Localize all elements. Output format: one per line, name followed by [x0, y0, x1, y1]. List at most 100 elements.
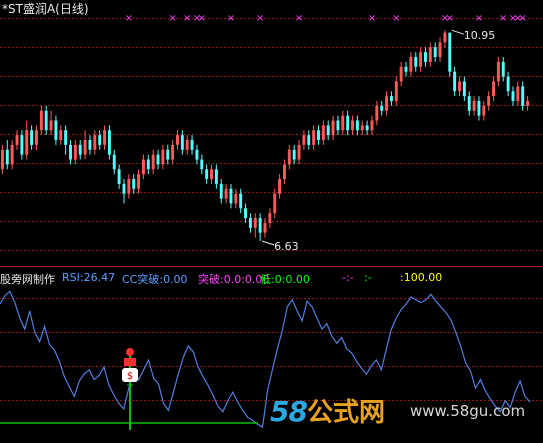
candle-body	[200, 159, 204, 170]
watermark-text: 公式网	[306, 398, 385, 428]
candle-body	[180, 135, 184, 150]
candle-body	[219, 183, 223, 199]
dash-marker-2: :-	[364, 271, 372, 284]
candle-body	[278, 179, 282, 194]
candle-body	[258, 218, 262, 233]
candle-body	[321, 125, 325, 140]
signal-marker: ×	[125, 13, 133, 24]
candle-body	[132, 179, 136, 189]
candle-body	[244, 208, 248, 219]
signal-marker: ×	[198, 13, 206, 24]
candlestick-series	[0, 30, 530, 242]
candle-body	[224, 188, 228, 199]
candle-body	[438, 42, 442, 58]
cc-breakout-value: CC突破:0.00	[122, 273, 188, 286]
candle-body	[355, 120, 359, 131]
candle-body	[424, 52, 427, 62]
signal-marker: ×	[368, 13, 376, 24]
candle-body	[64, 130, 68, 145]
signal-marker: ×	[392, 13, 400, 24]
candle-body	[375, 105, 379, 121]
indicator-name: 股旁网制作	[0, 273, 55, 286]
candle-body	[297, 144, 301, 160]
price-annotations: 10.95 6.63	[261, 29, 496, 253]
dash-marker-1: -:-	[342, 271, 354, 284]
svg-text:$: $	[127, 371, 133, 382]
candle-body	[161, 149, 165, 165]
candle-body	[511, 91, 515, 101]
candle-body	[141, 159, 145, 175]
candle-body	[69, 144, 72, 160]
candle-body	[472, 100, 476, 111]
candle-body	[137, 174, 141, 189]
candle-body	[346, 115, 350, 131]
signal-marker: ×	[475, 13, 483, 24]
candle-body	[458, 81, 461, 92]
grid-lines	[0, 18, 543, 401]
candle-body	[15, 135, 19, 145]
candle-body	[253, 218, 257, 228]
annotation-arrow	[451, 29, 464, 35]
candle-body	[282, 164, 286, 180]
low-value: 低:0:0.00	[260, 273, 310, 286]
candle-body	[287, 149, 291, 165]
buy-signal-icon: $	[122, 348, 138, 430]
candle-body	[487, 96, 491, 106]
chart-window: × × × × × × × × × × × × × × × × × 10.95 6.63 $ *ST盛润A(日线)…	[0, 0, 543, 443]
candle-body	[496, 61, 500, 82]
candle-body	[453, 71, 457, 92]
candle-body	[307, 135, 311, 145]
signal-marker: ×	[295, 13, 303, 24]
chart-title: *ST盛润A(日线)	[2, 2, 89, 16]
annotation-label: 6.63	[274, 240, 299, 253]
signal-marker: ×	[256, 13, 264, 24]
signal-marker: ×	[499, 13, 507, 24]
watermark-url: www.58gu.com	[410, 402, 526, 420]
candle-body	[185, 140, 189, 150]
candle-body	[88, 140, 92, 150]
candle-body	[73, 144, 77, 160]
candle-body	[477, 100, 481, 116]
candle-body	[234, 193, 238, 204]
candle-body	[317, 130, 320, 140]
watermark-number: 58	[270, 395, 308, 428]
signal-marker: ×	[168, 13, 176, 24]
candle-body	[210, 169, 213, 180]
signal-marker: ×	[446, 13, 454, 24]
candle-body	[360, 125, 364, 131]
candle-body	[195, 149, 199, 160]
candle-body	[326, 125, 330, 136]
candle-body	[30, 130, 34, 145]
candle-body	[49, 120, 53, 131]
watermark-logo: 58公式网 www.58gu.com	[270, 392, 525, 429]
candle-body	[229, 188, 233, 204]
candle-body	[380, 105, 384, 111]
candle-body	[273, 193, 277, 214]
candle-body	[107, 130, 111, 155]
candle-body	[44, 110, 48, 131]
candle-body	[156, 154, 160, 165]
candle-body	[409, 57, 413, 72]
candle-body	[239, 193, 243, 209]
candle-body	[462, 81, 466, 97]
candle-body	[516, 86, 520, 101]
candle-body	[205, 169, 209, 180]
candle-body	[433, 47, 437, 58]
candle-body	[54, 120, 58, 140]
candle-body	[482, 105, 486, 116]
candle-body	[365, 125, 369, 131]
rsi-value: RSI:26.47	[62, 271, 116, 284]
annotation-arrow	[261, 240, 275, 246]
annotation-label: 10.95	[464, 29, 496, 42]
candle-body	[176, 135, 179, 145]
candle-body	[20, 135, 24, 155]
candle-body	[10, 144, 14, 165]
candle-body	[331, 120, 335, 136]
chart-canvas: × × × ×× × × × × × ×× × × ××× 10.956.63 $	[0, 13, 543, 430]
candle-body	[146, 159, 150, 170]
hundred-value: :100.00	[400, 271, 443, 284]
candle-body	[166, 149, 170, 160]
candle-body	[312, 130, 316, 145]
signal-marker: ×	[183, 13, 191, 24]
candle-body	[370, 120, 374, 131]
